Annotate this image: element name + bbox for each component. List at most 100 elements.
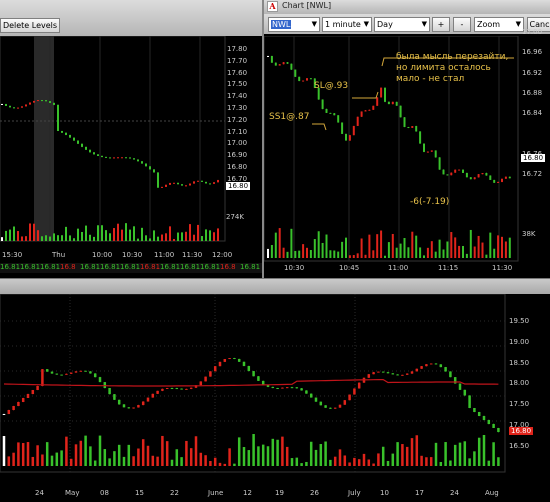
right-candle: [399, 105, 402, 118]
right-candle: [348, 134, 351, 141]
left-time-tick: Thu: [52, 251, 66, 259]
daily-date-tick: Aug: [485, 489, 499, 497]
left-volume-label: 274K: [226, 213, 244, 221]
chevron-down-icon: ▼: [311, 20, 317, 28]
right-candle: [504, 176, 507, 179]
daily-volume-bar: [117, 444, 121, 466]
zoom-select[interactable]: Zoom ▼: [474, 17, 524, 32]
zoom-in-button[interactable]: +: [432, 17, 450, 32]
left-volume-bar: [145, 235, 147, 241]
left-price-tick: 16.80: [227, 163, 248, 171]
right-candle: [387, 101, 390, 105]
daily-volume-bar: [17, 442, 20, 466]
daily-candle: [146, 397, 150, 402]
right-candle: [489, 175, 492, 180]
left-volume-bar: [173, 238, 175, 241]
tape-price: 16.8: [220, 263, 236, 271]
daily-candle: [60, 374, 63, 376]
daily-candle: [348, 394, 351, 401]
daily-volume-bar: [7, 456, 11, 466]
tape-price: 16.81: [20, 263, 41, 271]
right-volume-bar: [481, 242, 484, 258]
left-time-tick: 12:00: [212, 251, 233, 259]
zoom-out-button[interactable]: -: [453, 17, 471, 32]
daily-volume-bar: [401, 444, 404, 466]
daily-candle: [189, 387, 193, 390]
left-price-tick: 16.90: [227, 151, 248, 160]
daily-chart-area[interactable]: [0, 294, 550, 502]
daily-volume-bar: [237, 437, 241, 466]
daily-volume-bar: [381, 446, 385, 466]
left-candle: [197, 180, 199, 182]
delete-levels-button[interactable]: Delete Levels: [0, 18, 60, 33]
left-candle: [33, 100, 35, 103]
left-candle: [169, 182, 171, 185]
left-time-tick: 11:00: [154, 251, 175, 259]
left-volume-bar: [213, 232, 215, 241]
daily-volume-bar: [439, 461, 443, 466]
tape-price: 16.8: [60, 263, 76, 271]
daily-candle: [415, 368, 419, 372]
left-candle: [53, 102, 55, 106]
right-volume-bar: [450, 232, 453, 258]
daily-volume-bar: [247, 450, 251, 466]
right-candle: [376, 97, 379, 106]
daily-candle: [79, 370, 83, 372]
daily-volume-bar: [41, 454, 44, 466]
daily-volume-bar: [84, 435, 87, 466]
chevron-down-icon: ▼: [515, 20, 521, 28]
left-candle: [125, 157, 127, 159]
daily-volume-bar: [449, 460, 452, 466]
right-candle: [294, 69, 297, 77]
right-volume-bar: [376, 234, 379, 258]
left-candle: [25, 104, 27, 107]
right-candle: [481, 172, 484, 175]
right-volume-bar: [329, 250, 332, 258]
daily-date-tick: July: [348, 489, 361, 497]
right-candle: [415, 125, 418, 132]
daily-date-tick: 26: [310, 489, 319, 497]
right-price-tick: 16.84: [522, 109, 543, 118]
daily-candle: [381, 371, 385, 373]
daily-candle: [247, 365, 251, 372]
left-tape-strip: 16.81 16.81 16.81 16.8 16.81 16.81 16.81 16.81 1…: [0, 263, 262, 273]
daily-volume-bar: [444, 442, 447, 466]
right-volume-bar: [302, 244, 305, 258]
daily-candle: [401, 374, 404, 376]
left-chart-area[interactable]: [0, 36, 250, 276]
right-candle: [356, 116, 359, 126]
range-select[interactable]: Day ▼: [374, 17, 430, 32]
tape-price: 16.81: [100, 263, 121, 271]
right-candle: [380, 87, 383, 98]
right-volume-bar: [360, 238, 363, 258]
symbol-field[interactable]: NWL ▼: [268, 17, 320, 32]
left-candle: [201, 180, 203, 182]
daily-volume-bar: [391, 453, 395, 466]
daily-candle: [31, 389, 35, 395]
interval-select[interactable]: 1 minute ▼: [322, 17, 372, 32]
right-volume-bar: [290, 228, 293, 258]
left-time-tick: 10:30: [122, 251, 143, 259]
right-volume-bar: [446, 241, 449, 258]
right-volume-bar: [270, 245, 273, 258]
daily-candle: [218, 361, 222, 367]
left-candle: [97, 154, 99, 157]
daily-candle: [463, 389, 467, 396]
daily-volume-bar: [218, 462, 222, 466]
daily-volume-bar: [271, 438, 275, 466]
right-candle: [270, 55, 273, 63]
daily-price-tick: 19.50: [509, 317, 530, 325]
chevron-down-icon: ▼: [363, 20, 369, 28]
daily-date-tick: 24: [450, 489, 459, 497]
daily-volume-bar: [305, 461, 308, 466]
right-candle: [298, 76, 301, 82]
daily-candle: [84, 370, 87, 372]
right-volume-bar: [501, 236, 503, 258]
right-candle: [442, 169, 445, 175]
right-volume-bar: [438, 239, 441, 258]
left-volume-bar: [201, 236, 203, 241]
left-candle: [57, 104, 59, 132]
left-volume-bar: [113, 228, 115, 241]
right-volume-bar: [356, 253, 359, 258]
right-candle: [508, 176, 511, 179]
